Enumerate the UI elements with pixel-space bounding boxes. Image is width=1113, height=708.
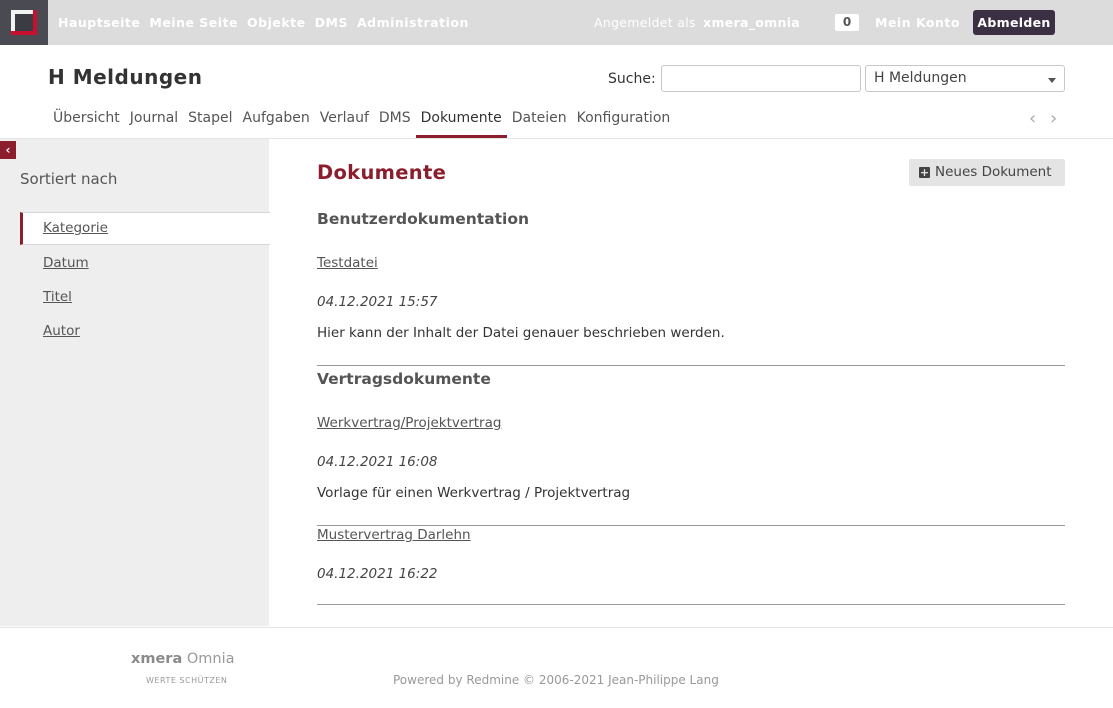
document-date: 04.12.2021 15:57: [317, 294, 438, 310]
username-link[interactable]: xmera_omnia: [703, 15, 800, 30]
tab-aufgaben[interactable]: Aufgaben: [243, 108, 310, 138]
logged-in-as: Angemeldet als xmera_omnia: [594, 15, 800, 30]
tab-uebersicht[interactable]: Übersicht: [53, 108, 120, 138]
document-link[interactable]: Mustervertrag Darlehn: [317, 527, 471, 543]
footer-divider: [0, 627, 1113, 628]
document-date: 04.12.2021 16:08: [317, 454, 438, 470]
tab-dateien[interactable]: Dateien: [512, 108, 567, 138]
footer-brand-logo: xmera Omnia: [131, 651, 235, 667]
tab-konfiguration[interactable]: Konfiguration: [577, 108, 671, 138]
new-document-label: Neues Dokument: [935, 164, 1052, 180]
logged-as-label: Angemeldet als: [594, 15, 696, 30]
sort-option-kategorie[interactable]: Kategorie: [20, 212, 270, 245]
tab-dokumente[interactable]: Dokumente: [415, 108, 507, 138]
document-date: 04.12.2021 16:22: [317, 566, 438, 582]
document-link[interactable]: Werkvertrag/Projektvertrag: [317, 415, 501, 431]
document-separator: [317, 365, 1065, 366]
redmine-link[interactable]: Redmine: [466, 673, 519, 687]
search-label: Suche:: [608, 71, 656, 87]
top-menu-hauptseite[interactable]: Hauptseite: [58, 15, 140, 30]
footer-tagline: WERTE SCHÜTZEN: [146, 676, 228, 685]
plus-square-icon: +: [919, 166, 930, 179]
logo-dark-square: [15, 14, 33, 31]
top-menu-dms[interactable]: DMS: [315, 15, 348, 30]
top-menu: Hauptseite Meine Seite Objekte DMS Admin…: [58, 0, 478, 45]
project-select-value: H Meldungen: [874, 70, 967, 86]
search-input[interactable]: [661, 65, 861, 92]
notification-counter[interactable]: 0: [835, 14, 859, 31]
page-title: Dokumente: [317, 161, 447, 184]
project-jump-select[interactable]: H Meldungen: [865, 65, 1065, 92]
sort-option-titel[interactable]: Titel: [43, 289, 72, 305]
top-menu-meine-seite[interactable]: Meine Seite: [149, 15, 238, 30]
dropdown-arrow-icon: [1048, 78, 1056, 83]
new-document-button[interactable]: + Neues Dokument: [909, 159, 1065, 186]
document-description: Vorlage für einen Werkvertrag / Projektv…: [317, 485, 631, 501]
tab-stapel[interactable]: Stapel: [188, 108, 232, 138]
sidebar-heading: Sortiert nach: [20, 170, 118, 188]
footer-brand-rest: Omnia: [186, 651, 235, 667]
top-menu-objekte[interactable]: Objekte: [247, 15, 306, 30]
tab-prev-icon[interactable]: ‹: [1029, 108, 1036, 129]
tab-verlauf[interactable]: Verlauf: [320, 108, 369, 138]
footer-brand-bold: xmera: [131, 651, 183, 667]
top-menu-bar: Hauptseite Meine Seite Objekte DMS Admin…: [0, 0, 1113, 45]
tab-journal[interactable]: Journal: [130, 108, 178, 138]
footer-powered-by: Powered by Redmine © 2006-2021 Jean-Phil…: [393, 673, 719, 687]
sidebar: Sortiert nach Kategorie Datum Titel Auto…: [0, 139, 270, 626]
document-separator: [317, 525, 1065, 526]
category-heading: Benutzerdokumentation: [317, 210, 530, 228]
logout-button[interactable]: Abmelden: [973, 10, 1055, 35]
top-menu-administration[interactable]: Administration: [357, 15, 469, 30]
powered-prefix: Powered by: [393, 673, 463, 687]
project-title: H Meldungen: [48, 65, 203, 89]
my-account-link[interactable]: Mein Konto: [875, 15, 960, 30]
document-separator: [317, 604, 1065, 605]
tab-scroll-nav: ‹ ›: [1029, 108, 1065, 129]
tab-next-icon[interactable]: ›: [1050, 108, 1057, 129]
document-link[interactable]: Testdatei: [317, 255, 378, 271]
sort-option-autor[interactable]: Autor: [43, 323, 80, 339]
sort-option-datum[interactable]: Datum: [43, 255, 89, 271]
tab-dms[interactable]: DMS: [379, 108, 411, 138]
sidebar-toggle-icon[interactable]: ‹: [0, 141, 16, 159]
category-heading: Vertragsdokumente: [317, 370, 491, 388]
document-description: Hier kann der Inhalt der Datei genauer b…: [317, 325, 725, 341]
app-logo[interactable]: [0, 0, 48, 45]
powered-suffix: © 2006-2021 Jean-Philippe Lang: [523, 673, 719, 687]
main-menu-tabs: Übersicht Journal Stapel Aufgaben Verlau…: [53, 108, 680, 138]
